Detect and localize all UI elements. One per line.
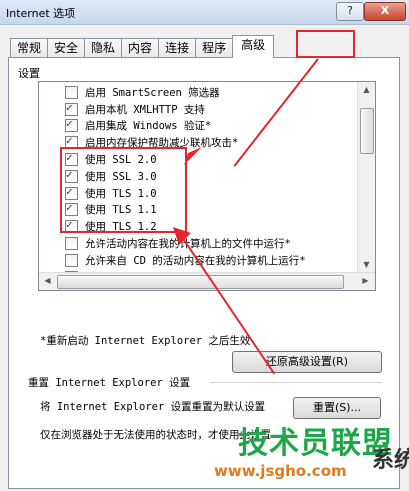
restart-note: *重新启动 Internet Explorer 之后生效 (40, 335, 251, 347)
highlight-advanced-tab (296, 30, 355, 58)
setting-checkbox[interactable] (65, 117, 78, 133)
reset-button[interactable]: 重置(S)... (293, 397, 381, 419)
tab-general[interactable]: 常规 (10, 38, 49, 58)
tab-programs[interactable]: 程序 (195, 38, 234, 58)
setting-label: 启用本机 XMLHTTP 支持 (85, 103, 205, 116)
tab-connections[interactable]: 连接 (158, 38, 197, 58)
setting-label: 启用集成 Windows 验证* (85, 120, 212, 133)
setting-checkbox[interactable] (65, 253, 78, 267)
title-bar: Internet 选项 ? X (0, 0, 409, 25)
setting-checkbox[interactable] (65, 237, 78, 251)
tab-strip: 常规 安全 隐私 内容 连接 程序 高级 (10, 35, 275, 58)
restore-advanced-button[interactable]: 还原高级设置(R) (232, 351, 382, 373)
reset-section-title: 重置 Internet Explorer 设置 (28, 377, 191, 389)
setting-item[interactable]: 启用集成 Windows 验证* (39, 117, 357, 135)
setting-checkbox[interactable] (65, 101, 78, 116)
settings-group-label: 设置 (18, 65, 40, 81)
watermark-text: 技术员联盟 (238, 426, 393, 461)
tab-privacy[interactable]: 隐私 (84, 38, 123, 58)
arrow-head-icon (184, 147, 202, 165)
setting-checkbox[interactable] (65, 85, 78, 99)
reset-description: 将 Internet Explorer 设置重置为默认设置 (40, 401, 266, 413)
scroll-left-icon[interactable]: ◀ (39, 273, 56, 289)
scroll-right-icon[interactable]: ▶ (357, 273, 374, 289)
help-button[interactable]: ? (336, 2, 364, 21)
tab-security[interactable]: 安全 (47, 38, 86, 58)
scroll-down-icon[interactable]: ▼ (358, 257, 375, 273)
setting-item[interactable]: 允许活动内容在我的计算机上的文件中运行* (39, 235, 357, 252)
highlight-ssl-tls (60, 147, 187, 233)
setting-item[interactable]: 启用本机 XMLHTTP 支持 (39, 101, 357, 118)
arrow-head-icon (173, 227, 191, 245)
scroll-thumb[interactable] (360, 108, 374, 154)
close-button[interactable]: X (364, 2, 406, 21)
vertical-scrollbar[interactable]: ▲ ▼ (357, 82, 375, 273)
setting-label: 启用 SmartScreen 筛选器 (85, 86, 220, 99)
watermark-url: www.jsgho.com (214, 462, 347, 480)
scroll-up-icon[interactable]: ▲ (358, 82, 375, 98)
setting-item[interactable]: 启用 SmartScreen 筛选器 (39, 84, 357, 101)
tab-content[interactable]: 内容 (121, 38, 160, 58)
window-title: Internet 选项 (6, 7, 76, 20)
tab-advanced[interactable]: 高级 (232, 35, 275, 58)
h-scroll-thumb[interactable] (57, 275, 344, 289)
section-divider (210, 382, 382, 383)
watermark-side: 系统 (372, 448, 409, 473)
